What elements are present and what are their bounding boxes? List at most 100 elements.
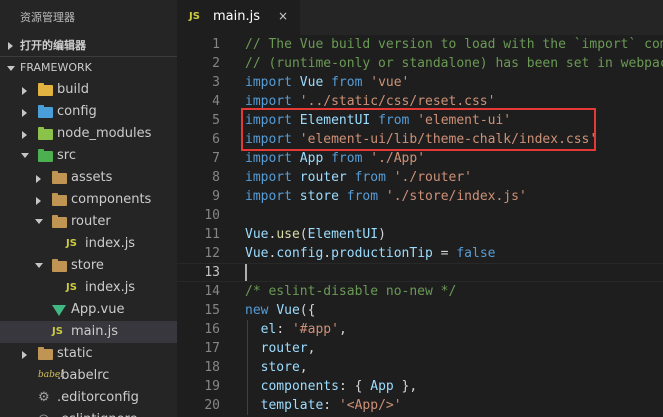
code-token: new [245, 303, 269, 318]
chevron-right-icon[interactable] [22, 109, 27, 117]
line-number: 12 [204, 246, 220, 261]
tree-item-main-js[interactable]: JS main.js [0, 321, 177, 343]
close-icon[interactable]: × [278, 9, 288, 23]
line-number: 1 [212, 37, 220, 52]
code-token: import [245, 94, 292, 109]
line-number: 18 [204, 360, 220, 375]
code-token: Vue [299, 75, 324, 90]
line-number: 20 [204, 398, 220, 413]
chevron-down-icon[interactable] [21, 153, 29, 158]
tree-item-editorconfig[interactable]: ⚙ .editorconfig [0, 387, 177, 409]
line-number: 3 [212, 75, 220, 90]
code-token: import [245, 170, 292, 185]
open-editors-section[interactable]: 打开的编辑器 [0, 35, 177, 57]
tree-item-router[interactable]: router [0, 211, 177, 233]
tree-item-label: assets [71, 170, 113, 185]
code-line[interactable]: new Vue({ [245, 301, 315, 320]
code-token: store [260, 360, 300, 375]
explorer-sidebar: 资源管理器 打开的编辑器 FRAMEWORK build config node_m… [0, 0, 177, 417]
text-cursor [245, 264, 247, 281]
tree-item-static[interactable]: static [0, 343, 177, 365]
tree-item-store[interactable]: store [0, 255, 177, 277]
chevron-right-icon[interactable] [22, 131, 27, 139]
explorer-title: 资源管理器 [20, 11, 75, 24]
code-token: : [323, 398, 339, 413]
code-editor[interactable]: 123456789101112131415161718192021 // The… [177, 35, 663, 417]
chevron-down-icon[interactable] [35, 219, 43, 224]
tree-item-babelrc[interactable]: babel .babelrc [0, 365, 177, 387]
line-number: 19 [204, 379, 220, 394]
tree-item-label: index.js [85, 236, 136, 251]
code-token: '../static/css/reset.css' [299, 94, 496, 109]
code-token: components [260, 379, 339, 394]
code-line[interactable]: /* eslint-disable no-new */ [245, 282, 456, 301]
code-token: './router' [393, 170, 473, 185]
tree-item-config[interactable]: config [0, 101, 177, 123]
chevron-right-icon[interactable] [36, 175, 41, 183]
js-file-icon: JS [66, 282, 77, 293]
code-line[interactable]: Vue.config.productionTip = false [245, 244, 495, 263]
line-number: 4 [212, 94, 220, 109]
chevron-right-icon[interactable] [22, 351, 27, 359]
tree-item-build[interactable]: build [0, 79, 177, 101]
tree-item-src[interactable]: src [0, 145, 177, 167]
tree-item-label: components [71, 192, 152, 207]
code-token: '<App/>' [338, 398, 402, 413]
code-line[interactable]: components: { App }, [245, 377, 418, 396]
code-line[interactable]: store, [245, 358, 308, 377]
tree-item-eslintignore[interactable]: ◎ .eslintignore [0, 409, 177, 417]
chevron-right-icon[interactable] [36, 197, 41, 205]
code-line[interactable]: import Vue from 'vue' [245, 73, 409, 92]
tree-item-label: config [57, 104, 97, 119]
gear-file-icon: ⚙ [38, 390, 50, 405]
chevron-down-icon[interactable] [35, 263, 43, 268]
tree-item-index-js[interactable]: JS index.js [0, 277, 177, 299]
tree-item-label: .editorconfig [57, 390, 139, 405]
code-line[interactable]: // (runtime-only or standalone) has been… [245, 54, 663, 73]
folder-section-label: FRAMEWORK [20, 61, 92, 74]
code-line[interactable]: template: '<App/>' [245, 396, 402, 415]
tree-item-node-modules[interactable]: node_modules [0, 123, 177, 145]
code-line[interactable]: import App from './App' [245, 149, 425, 168]
framework-folder-section[interactable]: FRAMEWORK [0, 57, 177, 79]
code-token: : { [338, 379, 371, 394]
code-line[interactable]: // The Vue build version to load with th… [245, 35, 663, 54]
tree-item-index-js[interactable]: JS index.js [0, 233, 177, 255]
line-number: 5 [212, 113, 220, 128]
tree-item-components[interactable]: components [0, 189, 177, 211]
code-token: ) [378, 227, 386, 242]
folder-build-icon [38, 83, 53, 96]
highlight-box [241, 108, 596, 151]
code-token: template [260, 398, 324, 413]
code-token: from [346, 189, 379, 204]
tree-item-assets[interactable]: assets [0, 167, 177, 189]
folder-icon [38, 347, 53, 360]
line-number: 11 [204, 227, 220, 242]
code-token: . [323, 246, 332, 261]
tree-item-app-vue[interactable]: App.vue [0, 299, 177, 321]
js-file-icon: JS [66, 238, 77, 249]
code-line[interactable]: Vue.use(ElementUI) [245, 225, 386, 244]
tree-item-label: build [57, 82, 89, 97]
code-line[interactable]: import router from './router' [245, 168, 472, 187]
babel-file-icon: babel [38, 370, 64, 380]
line-number: 14 [204, 284, 220, 299]
chevron-right-icon[interactable] [22, 87, 27, 95]
tab-main-js[interactable]: JS main.js × [177, 0, 300, 35]
code-token: './App' [370, 151, 426, 166]
current-line-highlight [177, 263, 663, 282]
code-token: use [276, 227, 300, 242]
folder-icon [52, 259, 67, 272]
code-token: = [432, 246, 457, 261]
code-line[interactable]: router, [245, 339, 316, 358]
code-line[interactable]: el: '#app', [245, 320, 347, 339]
code-line[interactable]: import store from './store/index.js' [245, 187, 527, 206]
code-token: }, [393, 379, 418, 394]
code-token: Vue [276, 303, 300, 318]
